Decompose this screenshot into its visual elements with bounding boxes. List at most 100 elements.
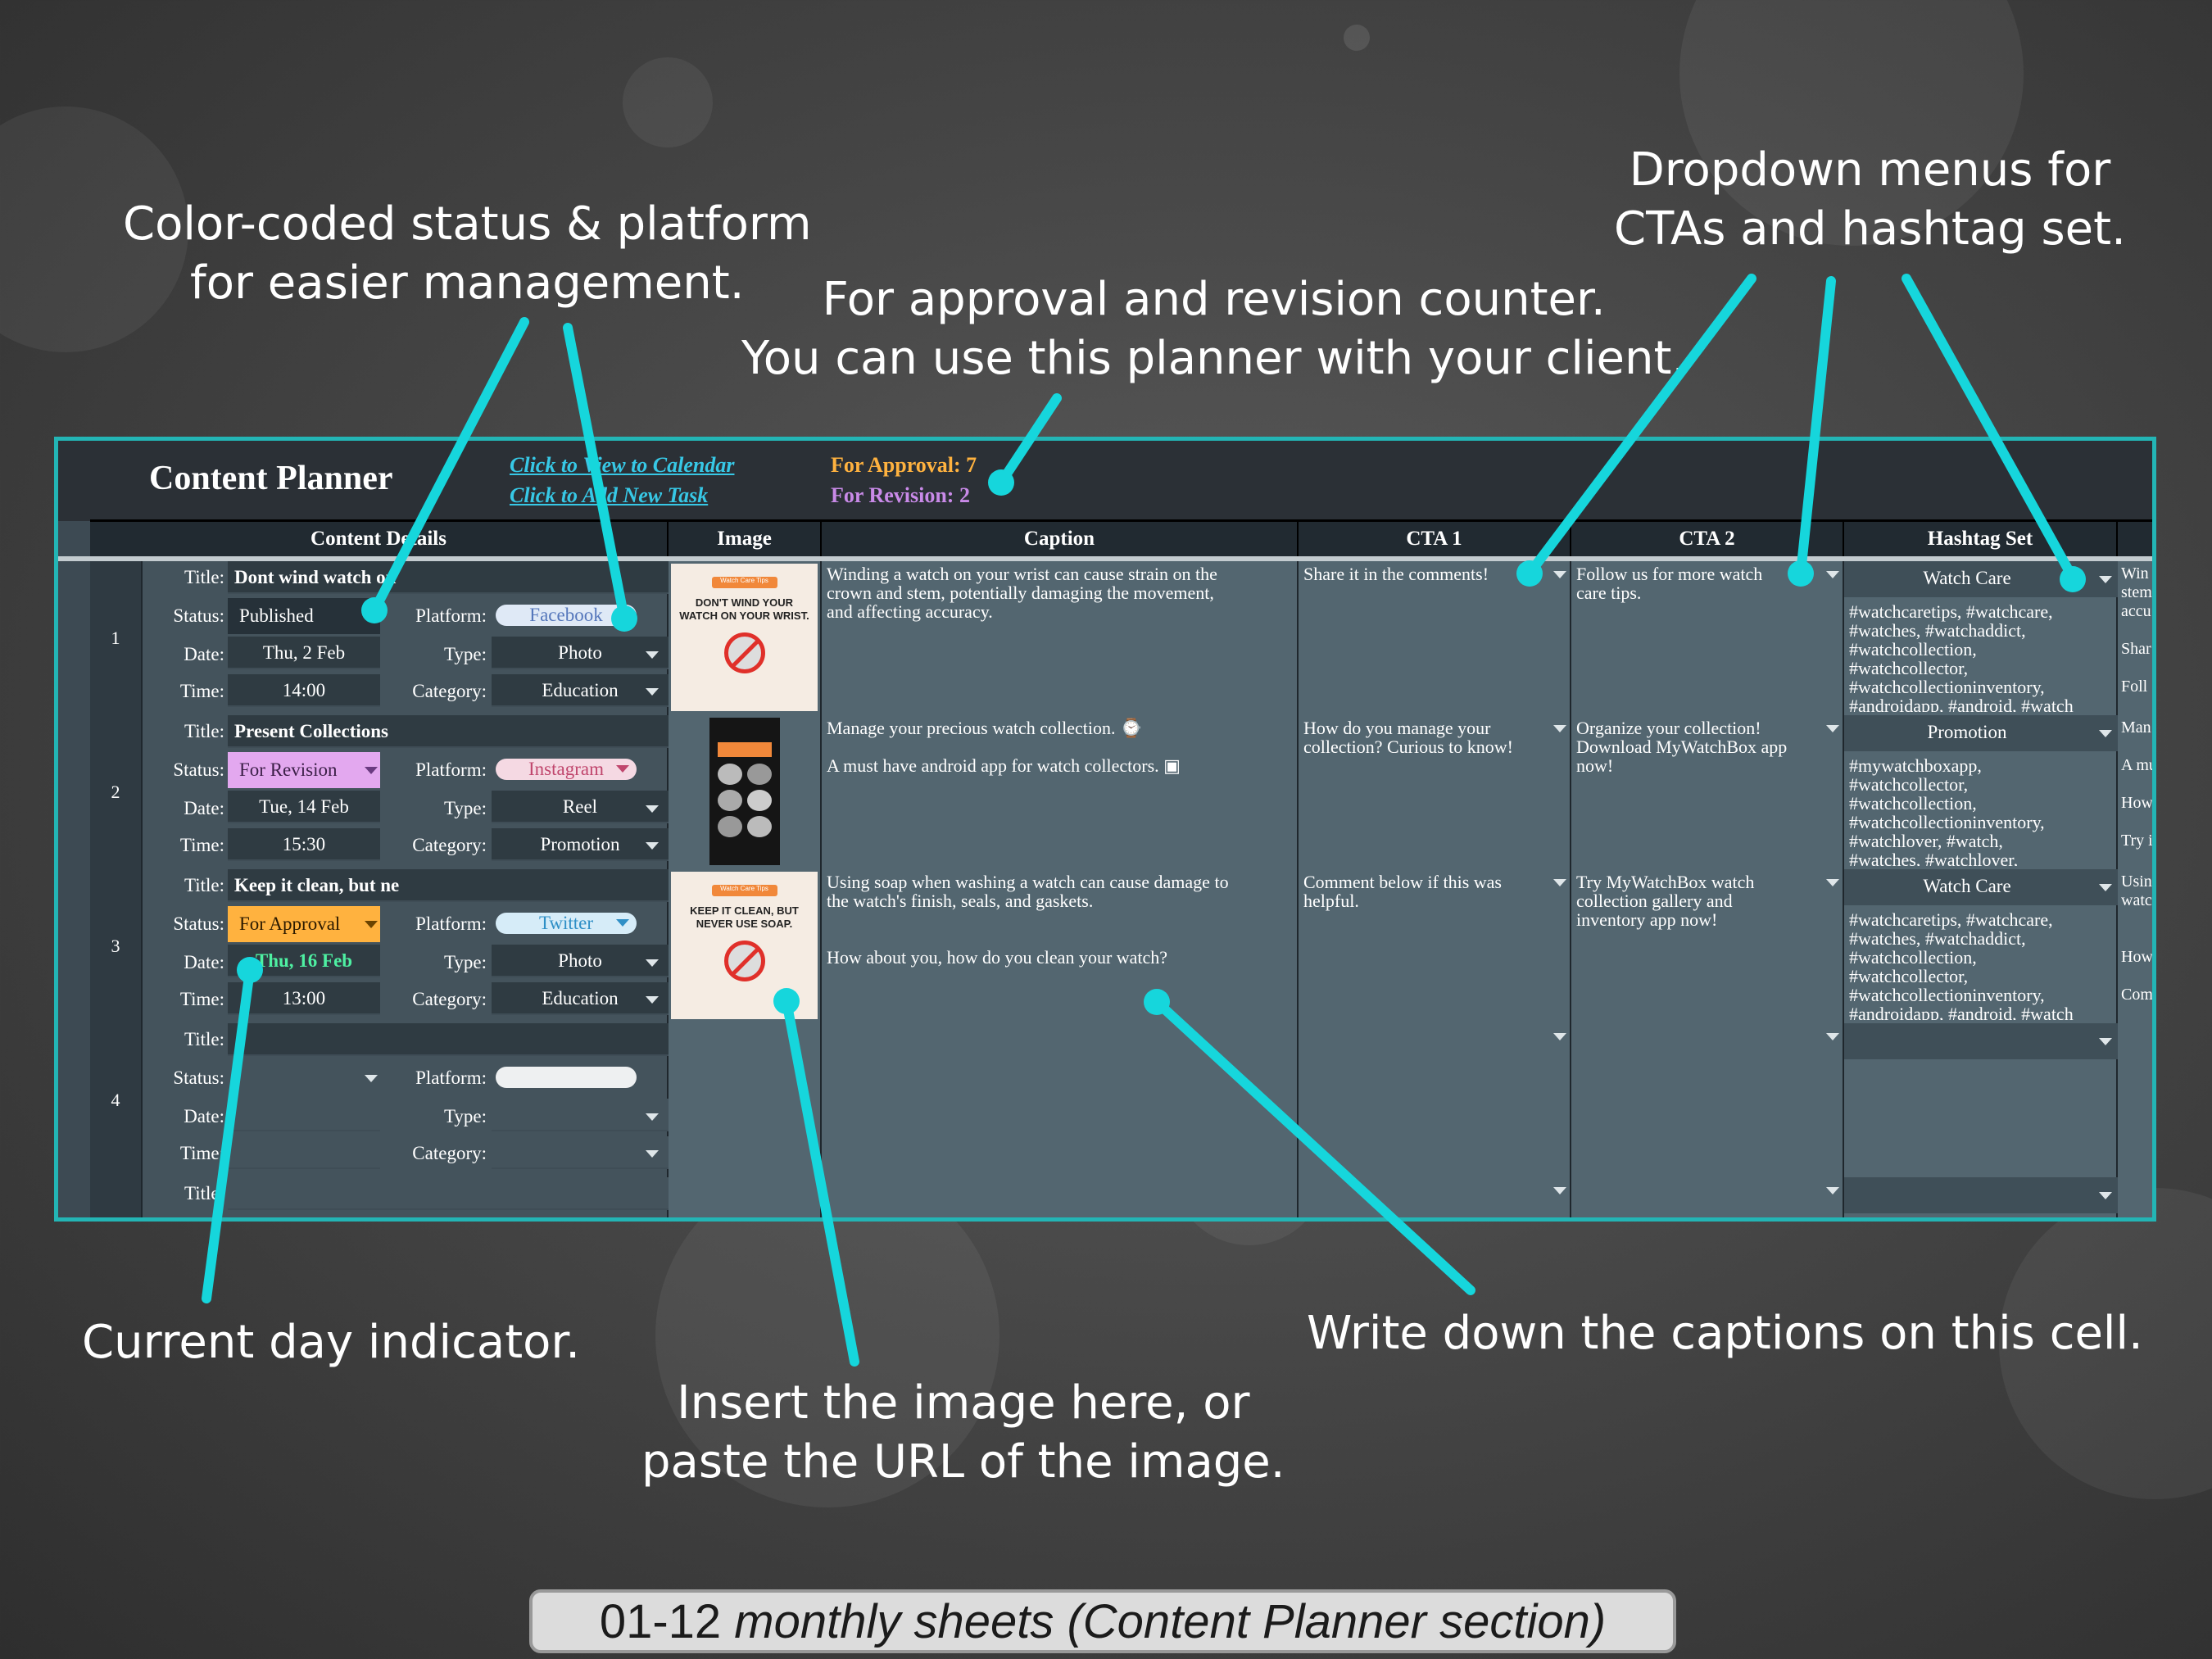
caption-cell[interactable]: Manage your precious watch collection. ⌚… xyxy=(822,715,1299,869)
chevron-down-icon[interactable] xyxy=(1826,1187,1839,1194)
title-field[interactable]: Dont wind watch on xyxy=(228,561,669,594)
planner-rows: 1 Title: Dont wind watch on Status: Publ… xyxy=(58,561,2152,1217)
type-dropdown[interactable]: Photo xyxy=(492,945,669,977)
title-field[interactable]: Keep it clean, but ne xyxy=(228,869,669,902)
time-field[interactable]: 13:00 xyxy=(228,982,380,1015)
hashtag-set-dropdown[interactable] xyxy=(1844,1023,2118,1059)
chevron-down-icon[interactable] xyxy=(646,959,659,967)
status-dropdown[interactable]: For Approval xyxy=(228,906,380,942)
add-new-task-link[interactable]: Click to Add New Task xyxy=(510,483,708,508)
chevron-down-icon[interactable] xyxy=(1553,1033,1566,1040)
chevron-down-icon[interactable] xyxy=(2099,884,2112,891)
time-field[interactable]: 14:00 xyxy=(228,674,380,707)
image-header: Watch Care Tips xyxy=(711,577,777,588)
status-dropdown[interactable] xyxy=(228,1060,380,1096)
category-dropdown[interactable]: Education xyxy=(492,982,669,1015)
chevron-down-icon[interactable] xyxy=(1826,571,1839,578)
chevron-down-icon[interactable] xyxy=(616,611,629,619)
chevron-down-icon[interactable] xyxy=(1826,725,1839,732)
title-field[interactable] xyxy=(228,1177,669,1210)
post-image[interactable]: Watch Care Tips DON'T WIND YOUR WATCH ON… xyxy=(671,564,818,711)
hashtag-cell[interactable]: Watch Care #watchcaretips, #watchcare, #… xyxy=(1844,561,2118,715)
image-cell[interactable]: Watch Care Tips DON'T WIND YOUR WATCH ON… xyxy=(669,561,822,715)
image-cell[interactable] xyxy=(669,715,822,869)
planner-header: Content Planner Click to View to Calenda… xyxy=(58,441,2152,521)
cta1-cell[interactable]: Share it in the comments! xyxy=(1299,561,1571,715)
time-field[interactable]: 15:30 xyxy=(228,828,380,861)
date-field[interactable]: Thu, 2 Feb xyxy=(228,637,380,669)
chevron-down-icon[interactable] xyxy=(1553,879,1566,886)
time-label: Time: xyxy=(179,835,224,855)
chevron-down-icon[interactable] xyxy=(365,1075,378,1082)
chevron-down-icon[interactable] xyxy=(646,651,659,659)
time-field[interactable] xyxy=(228,1136,380,1169)
category-label: Category: xyxy=(412,989,487,1009)
cta2-cell[interactable] xyxy=(1571,1023,1844,1177)
chevron-down-icon[interactable] xyxy=(646,805,659,813)
caption-cell[interactable] xyxy=(822,1177,1299,1217)
image-cell[interactable]: Watch Care Tips KEEP IT CLEAN, BUT NEVER… xyxy=(669,869,822,1023)
category-dropdown[interactable]: Education xyxy=(492,674,669,707)
chevron-down-icon[interactable] xyxy=(2099,1192,2112,1199)
view-calendar-link[interactable]: Click to View to Calendar xyxy=(510,453,734,478)
chevron-down-icon[interactable] xyxy=(2099,576,2112,583)
chevron-down-icon[interactable] xyxy=(2099,730,2112,737)
date-field[interactable] xyxy=(228,1099,380,1131)
chevron-down-icon[interactable] xyxy=(365,613,378,620)
status-dropdown[interactable]: For Revision xyxy=(228,752,380,788)
caption-cell[interactable] xyxy=(822,1023,1299,1177)
chevron-down-icon[interactable] xyxy=(365,767,378,774)
chevron-down-icon[interactable] xyxy=(646,996,659,1004)
cta1-cell[interactable] xyxy=(1299,1177,1571,1217)
cta2-cell[interactable]: Follow us for more watch care tips. xyxy=(1571,561,1844,715)
chevron-down-icon[interactable] xyxy=(1553,571,1566,578)
chevron-down-icon[interactable] xyxy=(616,765,629,773)
status-value: Published xyxy=(239,605,314,626)
cta2-cell[interactable]: Try MyWatchBox watch collection gallery … xyxy=(1571,869,1844,1023)
cta2-cell[interactable] xyxy=(1571,1177,1844,1217)
hashtag-cell[interactable] xyxy=(1844,1023,2118,1177)
chevron-down-icon[interactable] xyxy=(365,921,378,928)
overflow-cell xyxy=(2118,1023,2152,1177)
chevron-down-icon[interactable] xyxy=(616,919,629,927)
chevron-down-icon[interactable] xyxy=(646,842,659,850)
current-day-date-field[interactable]: Thu, 16 Feb xyxy=(228,945,380,977)
chevron-down-icon[interactable] xyxy=(1553,725,1566,732)
title-field[interactable] xyxy=(228,1023,669,1056)
chevron-down-icon[interactable] xyxy=(646,1113,659,1121)
status-dropdown[interactable]: Published xyxy=(228,598,380,634)
category-dropdown[interactable] xyxy=(492,1136,669,1169)
chevron-down-icon[interactable] xyxy=(2099,1038,2112,1045)
hashtag-cell[interactable] xyxy=(1844,1177,2118,1217)
chevron-down-icon[interactable] xyxy=(646,1150,659,1158)
hashtag-cell[interactable]: Promotion #mywatchboxapp, #watchcollecto… xyxy=(1844,715,2118,869)
post-image[interactable]: Watch Care Tips KEEP IT CLEAN, BUT NEVER… xyxy=(671,872,818,1019)
title-field[interactable]: Present Collections xyxy=(228,715,669,748)
caption-cell[interactable]: Winding a watch on your wrist can cause … xyxy=(822,561,1299,715)
image-cell[interactable] xyxy=(669,1023,822,1177)
overflow-text: Win stem accu Shar Foll xyxy=(2121,564,2152,696)
cta1-cell[interactable] xyxy=(1299,1023,1571,1177)
type-dropdown[interactable]: Photo xyxy=(492,637,669,669)
phone-banner xyxy=(718,742,772,757)
post-image-phone[interactable] xyxy=(709,718,780,865)
for-approval-counter: For Approval: 7 xyxy=(831,453,977,477)
image-headline: DON'T WIND YOUR WATCH ON YOUR WRIST. xyxy=(679,596,809,622)
image-cell[interactable] xyxy=(669,1177,822,1217)
cta1-cell[interactable]: Comment below if this was helpful. xyxy=(1299,869,1571,1023)
category-dropdown[interactable]: Promotion xyxy=(492,828,669,861)
platform-chip[interactable] xyxy=(496,1067,637,1088)
chevron-down-icon[interactable] xyxy=(1826,1033,1839,1040)
type-dropdown[interactable]: Reel xyxy=(492,791,669,823)
chevron-down-icon[interactable] xyxy=(1553,1187,1566,1194)
time-label: Time: xyxy=(179,1143,224,1163)
hashtag-cell[interactable]: Watch Care #watchcaretips, #watchcare, #… xyxy=(1844,869,2118,1023)
hashtag-set-dropdown[interactable] xyxy=(1844,1177,2118,1213)
chevron-down-icon[interactable] xyxy=(1826,879,1839,886)
chevron-down-icon[interactable] xyxy=(646,688,659,696)
date-field[interactable]: Tue, 14 Feb xyxy=(228,791,380,823)
type-dropdown[interactable] xyxy=(492,1099,669,1131)
cta2-cell[interactable]: Organize your collection! Download MyWat… xyxy=(1571,715,1844,869)
cta1-cell[interactable]: How do you manage your collection? Curio… xyxy=(1299,715,1571,869)
caption-cell[interactable]: Using soap when washing a watch can caus… xyxy=(822,869,1299,1023)
